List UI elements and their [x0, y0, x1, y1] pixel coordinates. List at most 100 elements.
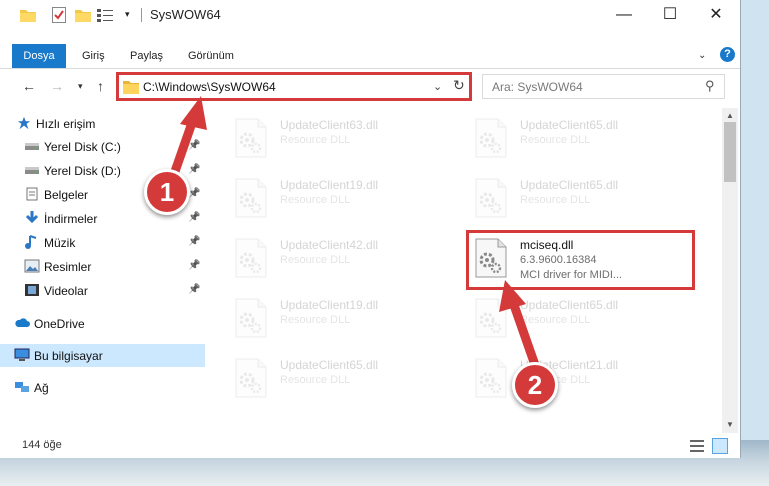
sidebar-item-h-zl-eri-im[interactable]: Hızlı erişim — [0, 112, 205, 135]
item-count: 144 öğe — [22, 439, 62, 451]
sidebar-item-onedrive[interactable]: OneDrive — [0, 312, 205, 335]
pin-icon: 📌 — [188, 140, 201, 151]
dll-file-icon — [234, 238, 268, 278]
file-item[interactable]: UpdateClient21.dllResource DLL — [460, 352, 685, 404]
address-path: C:\Windows\SysWOW64 — [143, 80, 276, 94]
properties-check-icon[interactable] — [52, 7, 66, 23]
tab-file[interactable]: Dosya — [12, 44, 66, 68]
music-icon — [24, 235, 40, 249]
file-description: 6.3.9600.16384 — [520, 254, 597, 266]
file-description-2: MCI driver for MIDI... — [520, 269, 623, 281]
sidebar-item-label: Hızlı erişim — [36, 117, 96, 131]
documents-icon — [24, 187, 40, 201]
ribbon-expand-chevron-icon[interactable]: ⌄ — [698, 50, 706, 61]
pin-icon: 📌 — [188, 164, 201, 175]
sidebar-item-m-zik[interactable]: Müzik 📌 — [0, 231, 205, 254]
pin-icon: 📌 — [188, 212, 201, 223]
drive-icon — [24, 139, 40, 153]
download-icon — [24, 211, 40, 225]
file-item[interactable]: UpdateClient65.dll Resource DLL — [220, 352, 445, 404]
up-arrow-icon[interactable]: ↑ — [97, 78, 104, 94]
sidebar-item-resimler[interactable]: Resimler 📌 — [0, 255, 205, 278]
step-1-badge: 1 — [144, 169, 190, 215]
computer-icon — [14, 348, 30, 362]
search-input[interactable]: Ara: SysWOW64 — [492, 80, 583, 94]
recent-locations-chevron-icon[interactable]: ▾ — [78, 81, 83, 92]
file-list: UpdateClient63.dll Resource DLL UpdateClie… — [210, 108, 722, 433]
window-title: SysWOW64 — [150, 7, 221, 22]
sidebar-item-label: Müzik — [44, 236, 76, 250]
file-item[interactable]: UpdateClient65.dll Resource DLL — [460, 292, 685, 344]
refresh-icon[interactable]: ↻ — [453, 77, 465, 94]
minimize-button[interactable]: — — [601, 0, 647, 30]
file-name: UpdateClient65.dll — [520, 178, 619, 192]
address-history-chevron-icon[interactable]: ⌄ — [433, 80, 442, 93]
folder-icon — [123, 81, 139, 94]
file-name: UpdateClient65.dll — [280, 358, 379, 372]
tab-share[interactable]: Paylaş — [130, 44, 163, 68]
vertical-scrollbar[interactable]: ▲ ▼ — [722, 108, 738, 433]
sidebar-item-label: Belgeler — [44, 188, 89, 202]
file-explorer-window: ▾ SysWOW64 — ☐ ✕ Dosya Giriş Paylaş Görü… — [0, 0, 741, 458]
file-description: Resource DLL — [520, 134, 591, 146]
tab-view[interactable]: Görünüm — [188, 44, 234, 68]
file-item[interactable]: mciseq.dll 6.3.9600.16384 MCI driver for M… — [460, 232, 685, 284]
sidebar-item-label: Videolar — [44, 284, 88, 298]
file-description: Resource DLL — [280, 314, 351, 326]
cloud-icon — [14, 316, 30, 330]
dll-file-icon — [234, 358, 268, 398]
sidebar-item-label: Yerel Disk (D:) — [44, 164, 121, 178]
help-icon[interactable]: ? — [720, 47, 735, 62]
file-name: UpdateClient65.dll — [520, 118, 619, 132]
sidebar-item-label: OneDrive — [34, 317, 85, 331]
ribbon-tabs: Dosya Giriş Paylaş Görünüm — [0, 44, 740, 69]
large-icons-view-icon[interactable] — [712, 438, 728, 454]
dll-file-icon — [234, 118, 268, 158]
file-name: UpdateClient19.dll — [280, 298, 379, 312]
scroll-down-arrow-icon[interactable]: ▼ — [726, 420, 734, 429]
file-description: Resource DLL — [280, 374, 351, 386]
new-folder-icon[interactable] — [75, 7, 91, 23]
dll-file-icon — [234, 298, 268, 338]
file-item[interactable]: UpdateClient19.dll Resource DLL — [220, 172, 445, 224]
file-item[interactable]: UpdateClient65.dll Resource DLL — [460, 172, 685, 224]
search-box[interactable]: Ara: SysWOW64 ⚲ — [482, 74, 725, 99]
network-icon — [14, 380, 30, 394]
dll-file-icon — [474, 298, 508, 338]
file-name: UpdateClient65.dll — [520, 298, 619, 312]
back-arrow-icon[interactable]: ← — [22, 78, 36, 94]
tab-home[interactable]: Giriş — [82, 44, 105, 68]
step-2-badge: 2 — [512, 362, 558, 408]
file-name: UpdateClient63.dll — [280, 118, 379, 132]
title-separator — [141, 8, 142, 22]
sidebar-item-label: İndirmeler — [44, 212, 98, 226]
sidebar-item-videolar[interactable]: Videolar 📌 — [0, 279, 205, 302]
address-bar[interactable]: C:\Windows\SysWOW64 ⌄ ↻ — [117, 74, 471, 99]
pin-icon: 📌 — [188, 284, 201, 295]
forward-arrow-icon[interactable]: → — [50, 78, 64, 94]
maximize-button[interactable]: ☐ — [647, 0, 693, 30]
scroll-up-arrow-icon[interactable]: ▲ — [726, 111, 734, 120]
sidebar-item-yerel-disk-c-[interactable]: Yerel Disk (C:) 📌 — [0, 135, 205, 158]
list-view-icon[interactable] — [97, 7, 113, 23]
details-view-icon[interactable] — [690, 440, 704, 452]
folder-icon[interactable] — [20, 7, 36, 23]
file-item[interactable]: UpdateClient65.dll Resource DLL — [460, 112, 685, 164]
scroll-thumb[interactable] — [724, 122, 736, 182]
pin-icon: 📌 — [188, 260, 201, 271]
file-item[interactable]: UpdateClient42.dll Resource DLL — [220, 232, 445, 284]
search-icon[interactable]: ⚲ — [705, 78, 715, 94]
file-item[interactable]: UpdateClient19.dll Resource DLL — [220, 292, 445, 344]
sidebar-item-a-[interactable]: Ağ — [0, 376, 205, 399]
sidebar-item-label: Ağ — [34, 381, 49, 395]
file-description: Resource DLL — [520, 314, 591, 326]
sidebar-item-bu-bilgisayar[interactable]: Bu bilgisayar — [0, 344, 205, 367]
navigation-pane: Hızlı erişim Yerel Disk (C:) 📌 Yerel Disk (… — [0, 108, 205, 433]
file-item[interactable]: UpdateClient63.dll Resource DLL — [220, 112, 445, 164]
file-description: Resource DLL — [280, 194, 351, 206]
close-button[interactable]: ✕ — [693, 0, 739, 30]
sidebar-item-label: Bu bilgisayar — [34, 349, 103, 363]
customize-toolbar-chevron-icon[interactable]: ▾ — [125, 9, 130, 25]
dll-file-icon — [474, 178, 508, 218]
pictures-icon — [24, 259, 40, 273]
